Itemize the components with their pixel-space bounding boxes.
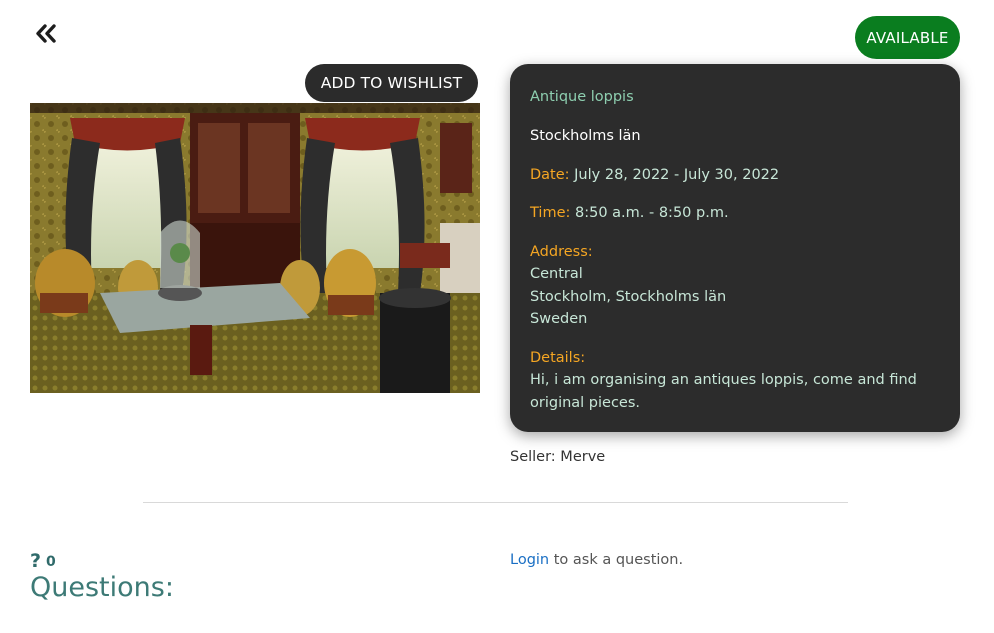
status-badge: AVAILABLE [855,16,960,59]
address-line: Stockholm, Stockholms län [530,288,727,305]
date-value: July 28, 2022 - July 30, 2022 [574,166,780,183]
details-block: Details: Hi, i am organising an antiques… [530,347,940,415]
details-text: Hi, i am organising an antiques loppis, … [530,372,917,411]
address-block: Address: Central Stockholm, Stockholms l… [530,241,940,331]
questions-heading: Questions: [30,572,174,603]
question-count-value: 0 [46,554,56,570]
question-count: ? 0 [30,551,56,571]
details-label: Details: [530,349,586,366]
date-label: Date: [530,166,570,183]
time-value: 8:50 a.m. - 8:50 p.m. [574,205,729,221]
login-prompt-text: to ask a question. [549,552,684,568]
address-line: Sweden [530,311,588,327]
address-label: Address: [530,243,593,260]
add-to-wishlist-button[interactable]: ADD TO WISHLIST [305,64,478,102]
login-prompt: Login to ask a question. [510,552,683,568]
double-chevron-left-icon [36,24,56,43]
listing-info-card: Antique loppis Stockholms län Date: July… [510,64,960,432]
question-mark-icon: ? [30,550,42,572]
listing-photo [30,103,480,393]
listing-region: Stockholms län [530,128,641,144]
time-label: Time: [530,205,571,221]
time-row: Time: 8:50 a.m. - 8:50 p.m. [530,202,940,225]
listing-title: Antique loppis [530,89,634,105]
back-button[interactable] [33,20,61,48]
date-row: Date: July 28, 2022 - July 30, 2022 [530,164,940,187]
login-link[interactable]: Login [510,552,549,568]
address-line: Central [530,266,583,282]
seller-info: Seller: Merve [510,449,606,465]
divider [143,502,848,503]
